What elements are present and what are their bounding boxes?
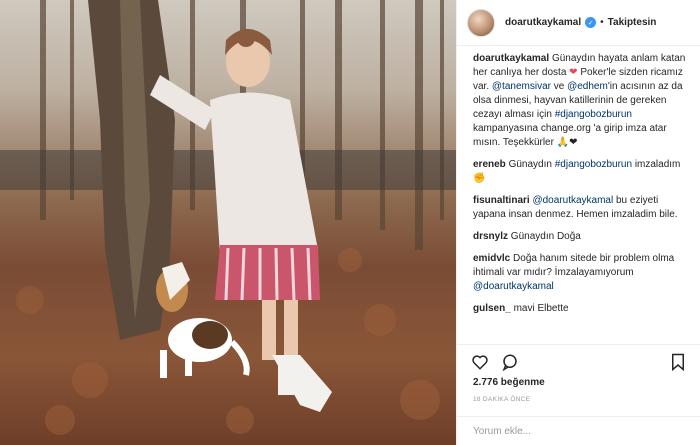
emoji-icon: 🙏❤ (556, 137, 578, 148)
comment-icon[interactable] (501, 353, 519, 371)
comment-item: emidvlc Doğa hanım sitede bir problem ol… (473, 252, 688, 294)
likes-count[interactable]: 2.776 beğenme (473, 377, 545, 388)
comment-item: fisunaltinari @doarutkaykamal bu eziyeti… (473, 194, 688, 222)
comment-item: ereneb Günaydın #djangobozburun imzaladı… (473, 158, 688, 186)
post-timestamp[interactable]: 18 DAKİKA ÖNCE (473, 396, 530, 403)
heart-emoji-icon: ❤ (569, 67, 578, 78)
comment-username[interactable]: fisunaltinari (473, 195, 530, 206)
header-username[interactable]: doarutkaykamal (505, 17, 581, 28)
comment-item: drsnylz Günaydın Doğa (473, 230, 688, 244)
action-bar (457, 344, 700, 378)
post-side-panel: doarutkaykamal ✓ • Takiptesin doarutkayk… (456, 0, 700, 445)
comment-username[interactable]: ereneb (473, 159, 506, 170)
bookmark-icon[interactable] (670, 353, 686, 371)
mention-link[interactable]: @doarutkaykamal (473, 281, 554, 292)
verified-badge-icon: ✓ (585, 17, 597, 28)
comment-item: gulsen_ mavi Elbette (473, 302, 688, 316)
comment-username[interactable]: drsnylz (473, 231, 508, 242)
header-separator: • (600, 17, 604, 28)
comments-list[interactable]: doarutkaykamal Günaydın hayata anlam kat… (457, 52, 700, 344)
hashtag-link[interactable]: #djangobozburun (555, 109, 632, 120)
comment-text: Günaydın Doğa (510, 231, 581, 242)
mention-link[interactable]: @doarutkaykamal (532, 195, 613, 206)
emoji-icon: ✊ (473, 173, 486, 184)
mention-link[interactable]: @edhem (567, 81, 608, 92)
hashtag-link[interactable]: #djangobozburun (555, 159, 632, 170)
instagram-post: doarutkaykamal ✓ • Takiptesin doarutkayk… (0, 0, 700, 445)
post-header: doarutkaykamal ✓ • Takiptesin (457, 0, 700, 46)
post-photo[interactable] (0, 0, 456, 445)
comment-input[interactable]: Yorum ekle... (457, 416, 700, 445)
mention-link[interactable]: @tanemsivar (492, 81, 551, 92)
avatar[interactable] (467, 8, 495, 37)
heart-icon[interactable] (471, 353, 489, 371)
follow-status[interactable]: Takiptesin (608, 17, 657, 28)
caption: doarutkaykamal Günaydın hayata anlam kat… (473, 52, 688, 150)
caption-text-3: ve (553, 81, 565, 92)
comment-username[interactable]: gulsen_ (473, 303, 511, 314)
comment-text: Günaydın (508, 159, 552, 170)
comment-text: imzaladım (634, 159, 681, 170)
photo-illustration (0, 0, 456, 435)
comment-username[interactable]: emidvlc (473, 253, 510, 264)
caption-username[interactable]: doarutkaykamal (473, 53, 549, 64)
comment-text: mavi Elbette (513, 303, 569, 314)
